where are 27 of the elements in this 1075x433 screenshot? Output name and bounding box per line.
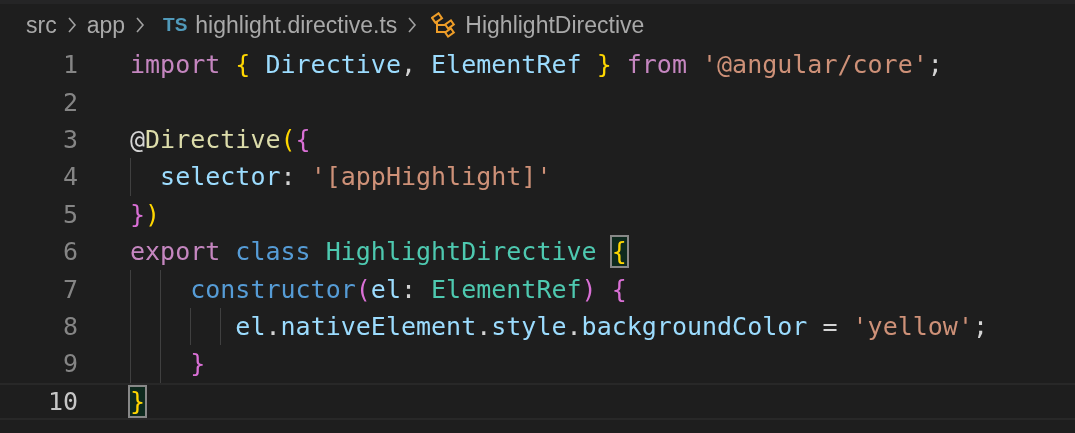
line-number: 2 — [61, 87, 78, 117]
line-number: 9 — [61, 349, 78, 379]
breadcrumb-item[interactable]: app — [86, 11, 126, 39]
line-number: 10 — [46, 386, 78, 416]
code-line: selector: '[appHighlight]' — [159, 162, 552, 192]
line-number: 4 — [61, 162, 78, 192]
line-number: 8 — [61, 311, 78, 341]
file-type-label: TS — [163, 14, 188, 36]
line-number: 3 — [61, 124, 78, 154]
class-icon — [431, 12, 458, 38]
chevron-icon — [66, 16, 77, 34]
breadcrumb-item[interactable]: highlight.directive.ts — [195, 11, 398, 39]
code-line: }) — [130, 199, 161, 229]
line-number: 1 — [61, 50, 78, 80]
code-line: import { Directive, ElementRef } from '@angular/core'; — [130, 50, 943, 80]
chevron-icon — [135, 16, 146, 34]
code-line: el.nativeElement.style.backgroundColor = 'yellow'; — [234, 311, 988, 341]
breadcrumb-item[interactable]: src — [26, 11, 57, 39]
code-line: constructor(el: ElementRef) { — [189, 274, 627, 304]
code-line: @Directive({ — [130, 124, 311, 154]
chevron-icon — [407, 16, 418, 34]
code-line: export class HighlightDirective { — [130, 237, 627, 267]
breadcrumb-item[interactable]: HighlightDirective — [465, 11, 645, 39]
line-number: 6 — [61, 237, 78, 267]
line-number: 5 — [61, 199, 78, 229]
line-number: 7 — [61, 274, 78, 304]
code-line: } — [189, 349, 206, 379]
